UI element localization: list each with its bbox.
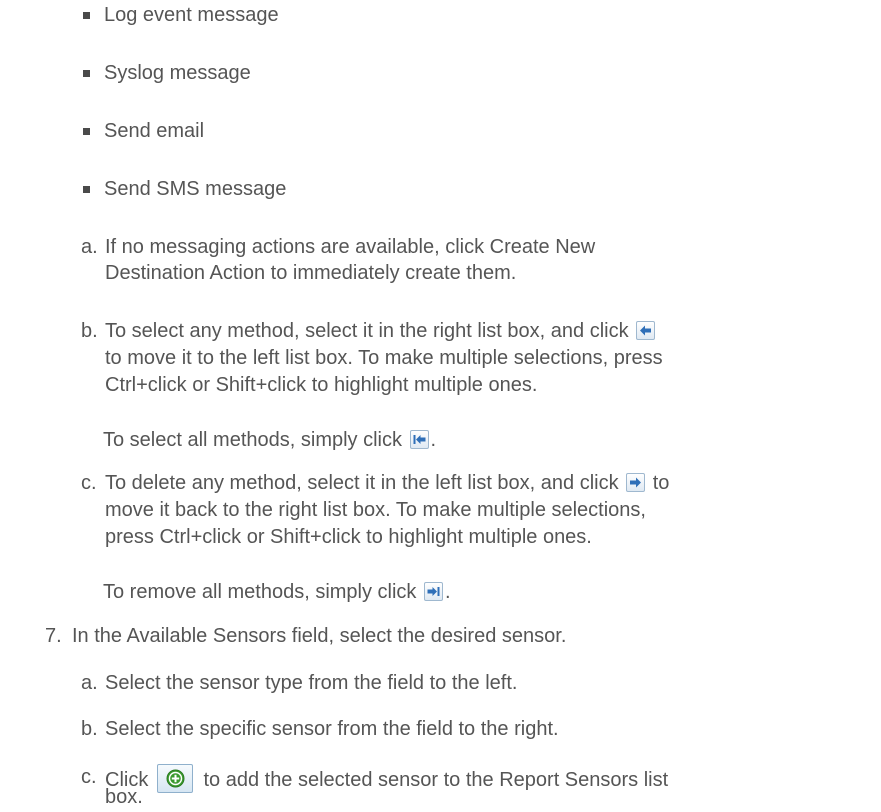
add-sensor-icon	[156, 764, 193, 793]
bullet-item: Send SMS message	[104, 178, 287, 200]
substep-note: To remove all methods, simply click .	[103, 579, 451, 606]
substep-text: to add the selected sensor to the Report…	[203, 769, 669, 791]
move-all-right-icon	[424, 582, 443, 601]
substep-text-line: Click to add the selected sensor to the …	[105, 764, 668, 794]
step-marker: c.	[81, 472, 97, 494]
bullet-marker	[83, 128, 90, 135]
substep-text: To delete any method, select it in the l…	[105, 472, 619, 494]
step-marker: c.	[81, 766, 97, 788]
substep-text-line: Select the sensor type from the field to…	[105, 672, 518, 694]
bullet-item: Syslog message	[104, 62, 251, 84]
move-right-arrow-icon	[626, 473, 646, 492]
step-marker: a.	[81, 236, 98, 258]
substep-text-line: move it back to the right list box. To m…	[105, 499, 646, 521]
substep-text-line: Destination Action to immediately create…	[105, 262, 517, 284]
substep-text-line: Select the specific sensor from the fiel…	[105, 718, 559, 740]
substep-text-line: box.	[105, 786, 143, 808]
step-text: In the Available Sensors field, select t…	[72, 625, 567, 647]
substep-note-period: .	[445, 581, 451, 603]
step-marker: a.	[81, 672, 98, 694]
substep-text-line: To select any method, select it in the r…	[105, 318, 657, 345]
step-marker: b.	[81, 320, 98, 342]
substep-note-period: .	[430, 429, 437, 451]
substep-text-line: to move it to the left list box. To make…	[105, 347, 663, 369]
substep-text: to	[652, 472, 670, 494]
bullet-marker	[83, 186, 90, 193]
bullet-marker	[83, 70, 90, 77]
substep-text-line: press Ctrl+click or Shift+click to highl…	[105, 526, 592, 548]
move-left-arrow-icon	[636, 321, 656, 340]
step-marker: b.	[81, 718, 98, 740]
step-marker: 7.	[45, 625, 62, 647]
bullet-item: Log event message	[104, 4, 279, 26]
move-all-left-icon	[409, 430, 429, 449]
bullet-item: Send email	[104, 120, 205, 142]
bullet-marker	[83, 12, 90, 19]
substep-text-line: Ctrl+click or Shift+click to highlight m…	[105, 374, 538, 396]
substep-note-text: To remove all methods, simply click	[103, 581, 417, 603]
substep-note: To select all methods, simply click .	[103, 427, 436, 454]
substep-text: To select any method, select it in the r…	[105, 320, 629, 342]
substep-text-line: To delete any method, select it in the l…	[105, 470, 669, 497]
substep-note-text: To select all methods, simply click	[103, 429, 402, 451]
substep-text-line: If no messaging actions are available, c…	[105, 236, 596, 258]
